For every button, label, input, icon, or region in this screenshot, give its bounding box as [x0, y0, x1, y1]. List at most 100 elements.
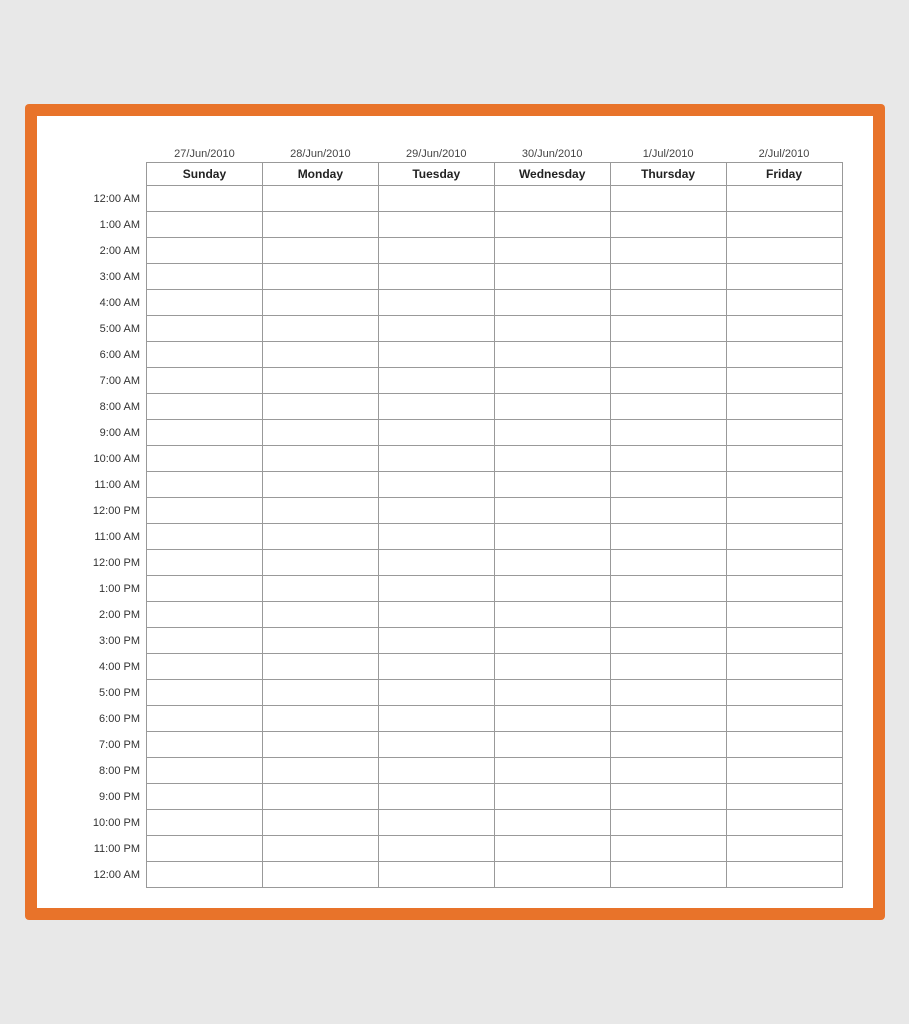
schedule-cell[interactable] [147, 628, 263, 654]
schedule-cell[interactable] [147, 654, 263, 680]
schedule-cell[interactable] [494, 862, 610, 888]
schedule-cell[interactable] [726, 602, 842, 628]
schedule-cell[interactable] [262, 836, 378, 862]
schedule-cell[interactable] [610, 290, 726, 316]
schedule-cell[interactable] [262, 394, 378, 420]
schedule-cell[interactable] [262, 316, 378, 342]
schedule-cell[interactable] [378, 628, 494, 654]
schedule-cell[interactable] [726, 680, 842, 706]
schedule-cell[interactable] [378, 524, 494, 550]
schedule-cell[interactable] [494, 316, 610, 342]
schedule-cell[interactable] [262, 212, 378, 238]
schedule-cell[interactable] [494, 290, 610, 316]
schedule-cell[interactable] [726, 446, 842, 472]
schedule-cell[interactable] [494, 212, 610, 238]
schedule-cell[interactable] [610, 628, 726, 654]
schedule-cell[interactable] [610, 472, 726, 498]
schedule-cell[interactable] [378, 290, 494, 316]
schedule-cell[interactable] [726, 836, 842, 862]
schedule-cell[interactable] [726, 732, 842, 758]
schedule-cell[interactable] [610, 212, 726, 238]
schedule-cell[interactable] [494, 238, 610, 264]
schedule-cell[interactable] [610, 602, 726, 628]
schedule-cell[interactable] [147, 264, 263, 290]
schedule-cell[interactable] [147, 732, 263, 758]
schedule-cell[interactable] [262, 862, 378, 888]
schedule-cell[interactable] [726, 212, 842, 238]
schedule-cell[interactable] [494, 368, 610, 394]
schedule-cell[interactable] [610, 498, 726, 524]
schedule-cell[interactable] [726, 316, 842, 342]
schedule-cell[interactable] [262, 706, 378, 732]
schedule-cell[interactable] [726, 264, 842, 290]
schedule-cell[interactable] [378, 238, 494, 264]
schedule-cell[interactable] [378, 498, 494, 524]
schedule-cell[interactable] [610, 654, 726, 680]
schedule-cell[interactable] [262, 550, 378, 576]
schedule-cell[interactable] [610, 264, 726, 290]
schedule-cell[interactable] [726, 394, 842, 420]
schedule-cell[interactable] [378, 368, 494, 394]
schedule-cell[interactable] [262, 342, 378, 368]
schedule-cell[interactable] [378, 264, 494, 290]
schedule-cell[interactable] [378, 680, 494, 706]
schedule-cell[interactable] [262, 420, 378, 446]
schedule-cell[interactable] [262, 732, 378, 758]
schedule-cell[interactable] [378, 394, 494, 420]
schedule-cell[interactable] [610, 394, 726, 420]
schedule-cell[interactable] [147, 238, 263, 264]
schedule-cell[interactable] [147, 212, 263, 238]
schedule-cell[interactable] [262, 368, 378, 394]
schedule-cell[interactable] [610, 862, 726, 888]
schedule-cell[interactable] [147, 602, 263, 628]
schedule-cell[interactable] [494, 654, 610, 680]
schedule-cell[interactable] [262, 290, 378, 316]
schedule-cell[interactable] [378, 472, 494, 498]
schedule-cell[interactable] [147, 316, 263, 342]
schedule-cell[interactable] [378, 316, 494, 342]
schedule-cell[interactable] [262, 654, 378, 680]
schedule-cell[interactable] [147, 342, 263, 368]
schedule-cell[interactable] [726, 498, 842, 524]
schedule-cell[interactable] [262, 238, 378, 264]
schedule-cell[interactable] [147, 836, 263, 862]
schedule-cell[interactable] [262, 680, 378, 706]
schedule-cell[interactable] [262, 186, 378, 212]
schedule-cell[interactable] [378, 212, 494, 238]
schedule-cell[interactable] [494, 810, 610, 836]
schedule-cell[interactable] [147, 368, 263, 394]
schedule-cell[interactable] [610, 706, 726, 732]
schedule-cell[interactable] [147, 524, 263, 550]
schedule-cell[interactable] [610, 368, 726, 394]
schedule-cell[interactable] [378, 732, 494, 758]
schedule-cell[interactable] [147, 290, 263, 316]
schedule-cell[interactable] [726, 550, 842, 576]
schedule-cell[interactable] [378, 758, 494, 784]
schedule-cell[interactable] [610, 524, 726, 550]
schedule-cell[interactable] [494, 186, 610, 212]
schedule-cell[interactable] [726, 472, 842, 498]
schedule-cell[interactable] [610, 186, 726, 212]
schedule-cell[interactable] [378, 706, 494, 732]
schedule-cell[interactable] [610, 784, 726, 810]
schedule-cell[interactable] [610, 446, 726, 472]
schedule-cell[interactable] [147, 186, 263, 212]
schedule-cell[interactable] [378, 836, 494, 862]
schedule-cell[interactable] [378, 810, 494, 836]
schedule-cell[interactable] [726, 862, 842, 888]
schedule-cell[interactable] [494, 576, 610, 602]
schedule-cell[interactable] [610, 732, 726, 758]
schedule-cell[interactable] [262, 264, 378, 290]
schedule-cell[interactable] [494, 550, 610, 576]
schedule-cell[interactable] [147, 550, 263, 576]
schedule-cell[interactable] [378, 654, 494, 680]
schedule-cell[interactable] [610, 316, 726, 342]
schedule-cell[interactable] [262, 602, 378, 628]
schedule-cell[interactable] [494, 706, 610, 732]
schedule-cell[interactable] [726, 628, 842, 654]
schedule-cell[interactable] [147, 810, 263, 836]
schedule-cell[interactable] [610, 238, 726, 264]
schedule-cell[interactable] [262, 446, 378, 472]
schedule-cell[interactable] [262, 576, 378, 602]
schedule-cell[interactable] [494, 420, 610, 446]
